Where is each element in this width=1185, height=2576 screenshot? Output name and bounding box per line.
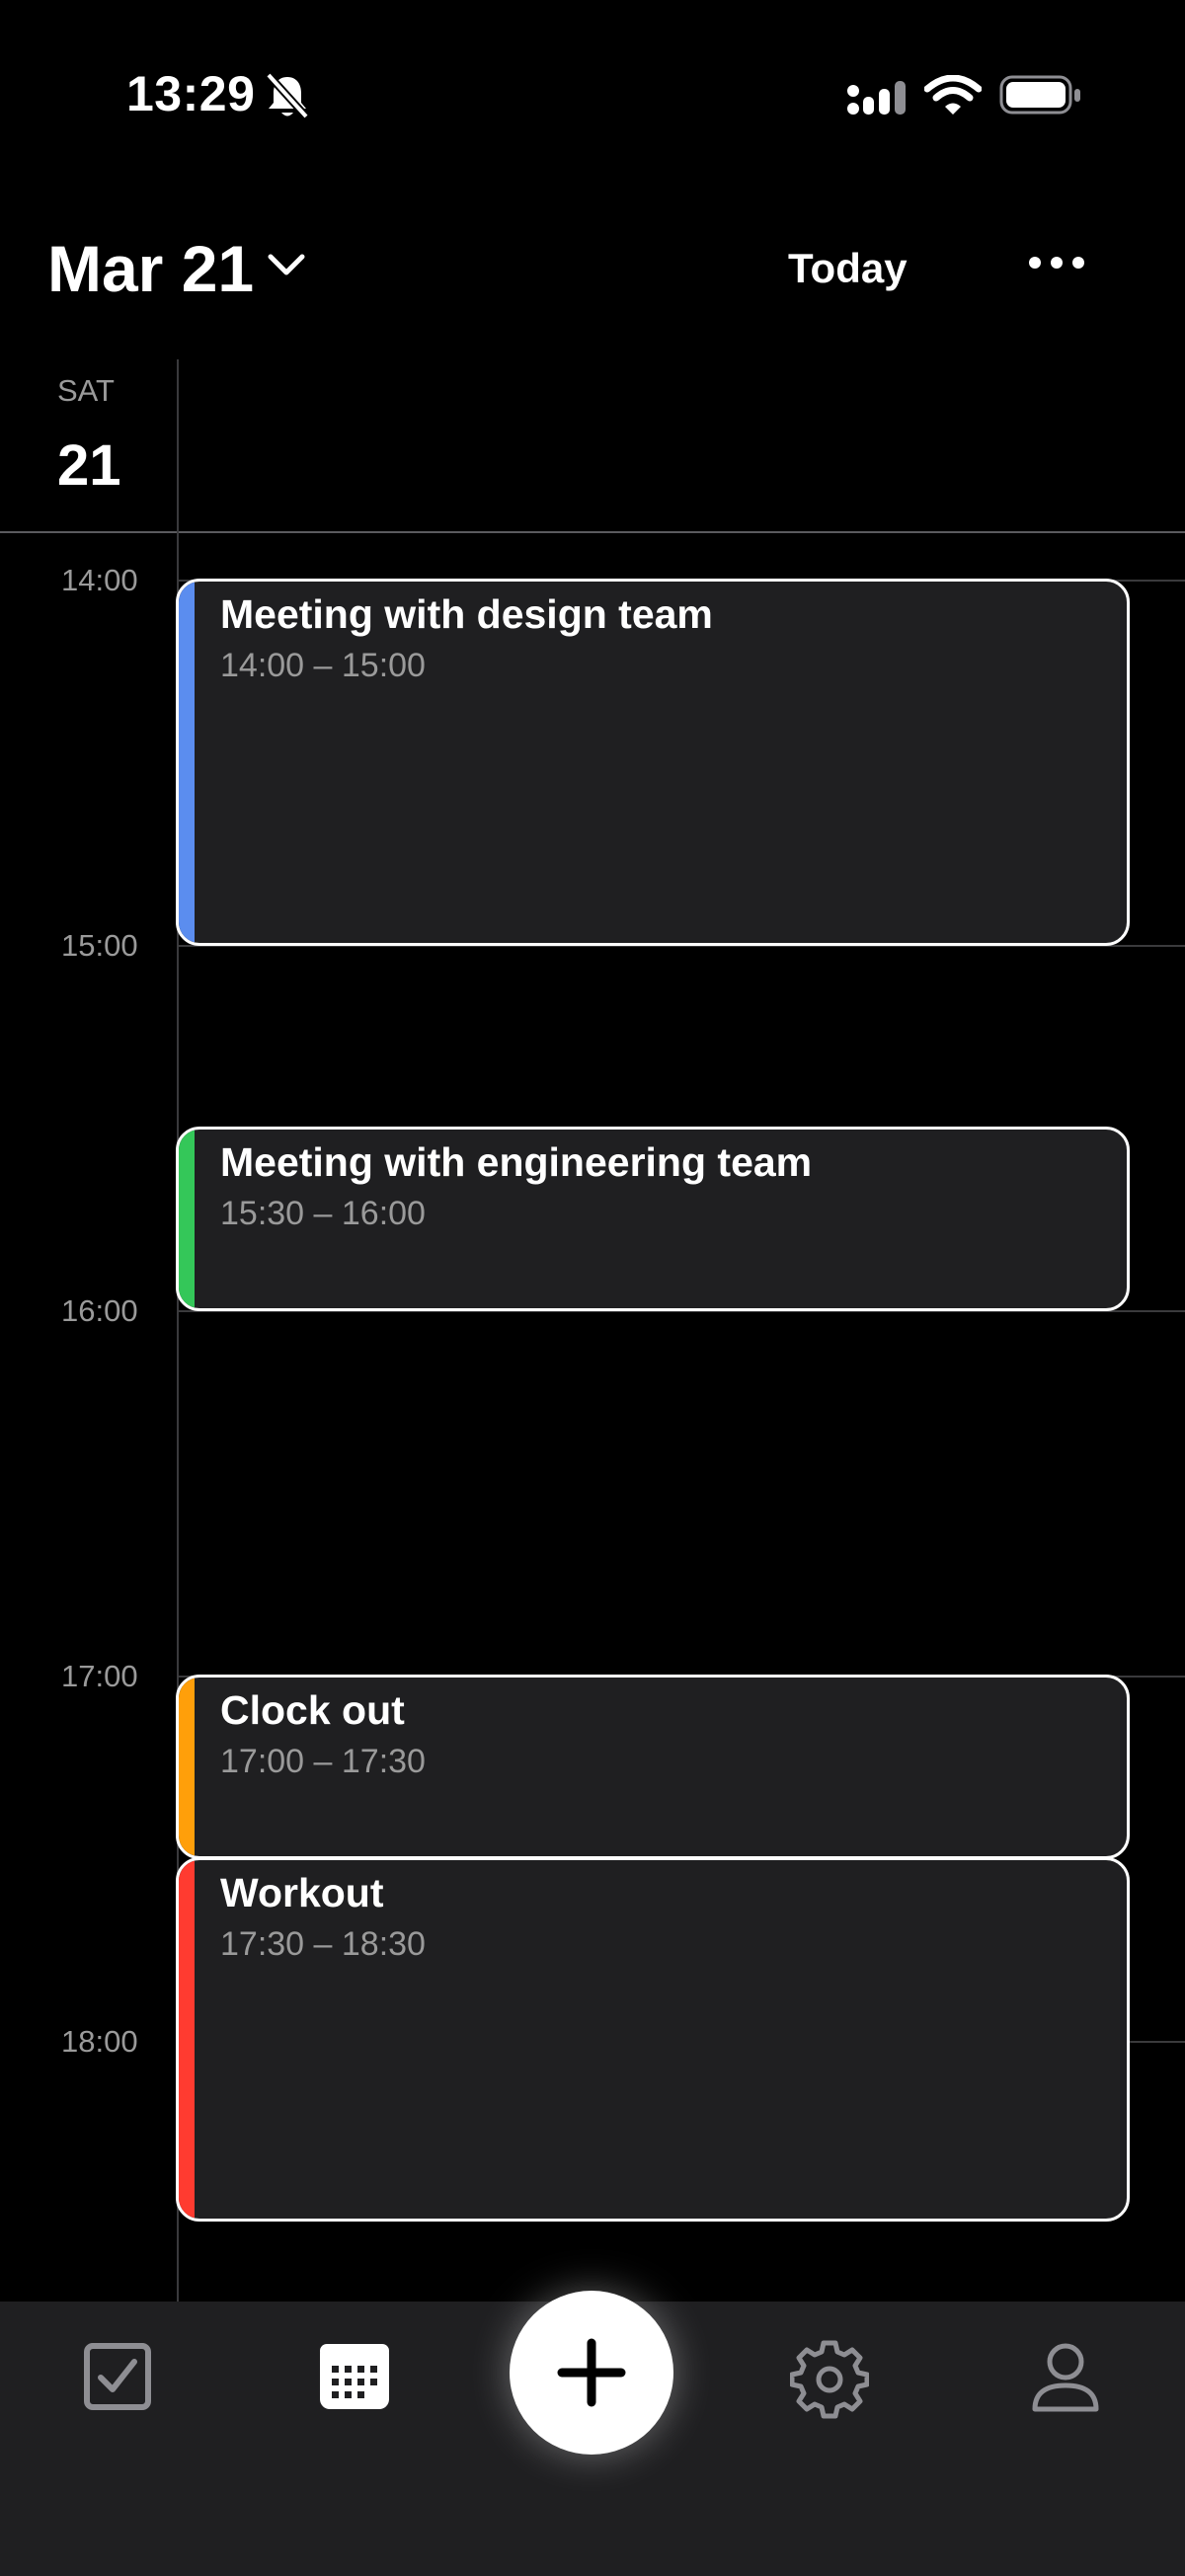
event-title: Meeting with design team [220,591,713,637]
event-card[interactable]: Clock out 17:00 – 17:30 [176,1675,1130,1859]
event-card[interactable]: Meeting with design team 14:00 – 15:00 [176,579,1130,946]
hour-label: 14:00 [61,563,138,597]
battery-icon [999,75,1082,121]
month-title[interactable]: Mar 21 [47,231,254,306]
calendar-icon[interactable] [318,2342,391,2416]
hour-label: 18:00 [61,2024,138,2059]
event-time: 17:00 – 17:30 [220,1743,426,1780]
event-title: Meeting with engineering team [220,1139,813,1185]
hour-label: 16:00 [61,1293,138,1328]
event-time: 14:00 – 15:00 [220,647,426,684]
bell-slash-icon [265,71,310,125]
chevron-down-icon[interactable] [267,251,306,285]
event-color-stripe [179,1678,195,1856]
event-time: 15:30 – 16:00 [220,1195,426,1232]
event-color-stripe [179,1130,195,1308]
event-color-stripe [179,1860,195,2219]
event-time: 17:30 – 18:30 [220,1925,426,1963]
add-event-button[interactable] [510,2291,673,2455]
event-title: Clock out [220,1687,405,1733]
event-card[interactable]: Meeting with engineering team 15:30 – 16… [176,1127,1130,1311]
gear-icon[interactable] [789,2340,870,2424]
person-icon[interactable] [1031,2342,1100,2418]
hour-label: 15:00 [61,928,138,963]
hour-label: 17:00 [61,1659,138,1693]
event-title: Workout [220,1870,384,1915]
checkbox-icon[interactable] [83,2342,152,2416]
day-number[interactable]: 21 [57,432,121,499]
event-color-stripe [179,582,195,943]
event-card[interactable]: Workout 17:30 – 18:30 [176,1857,1130,2222]
plus-icon [557,2338,626,2407]
weekday-label: SAT [57,373,115,408]
today-button[interactable]: Today [788,245,908,292]
ellipsis-icon[interactable] [1027,253,1086,277]
status-time: 13:29 [126,66,256,121]
wifi-icon [923,74,983,121]
cellular-signal-icon [847,79,908,123]
